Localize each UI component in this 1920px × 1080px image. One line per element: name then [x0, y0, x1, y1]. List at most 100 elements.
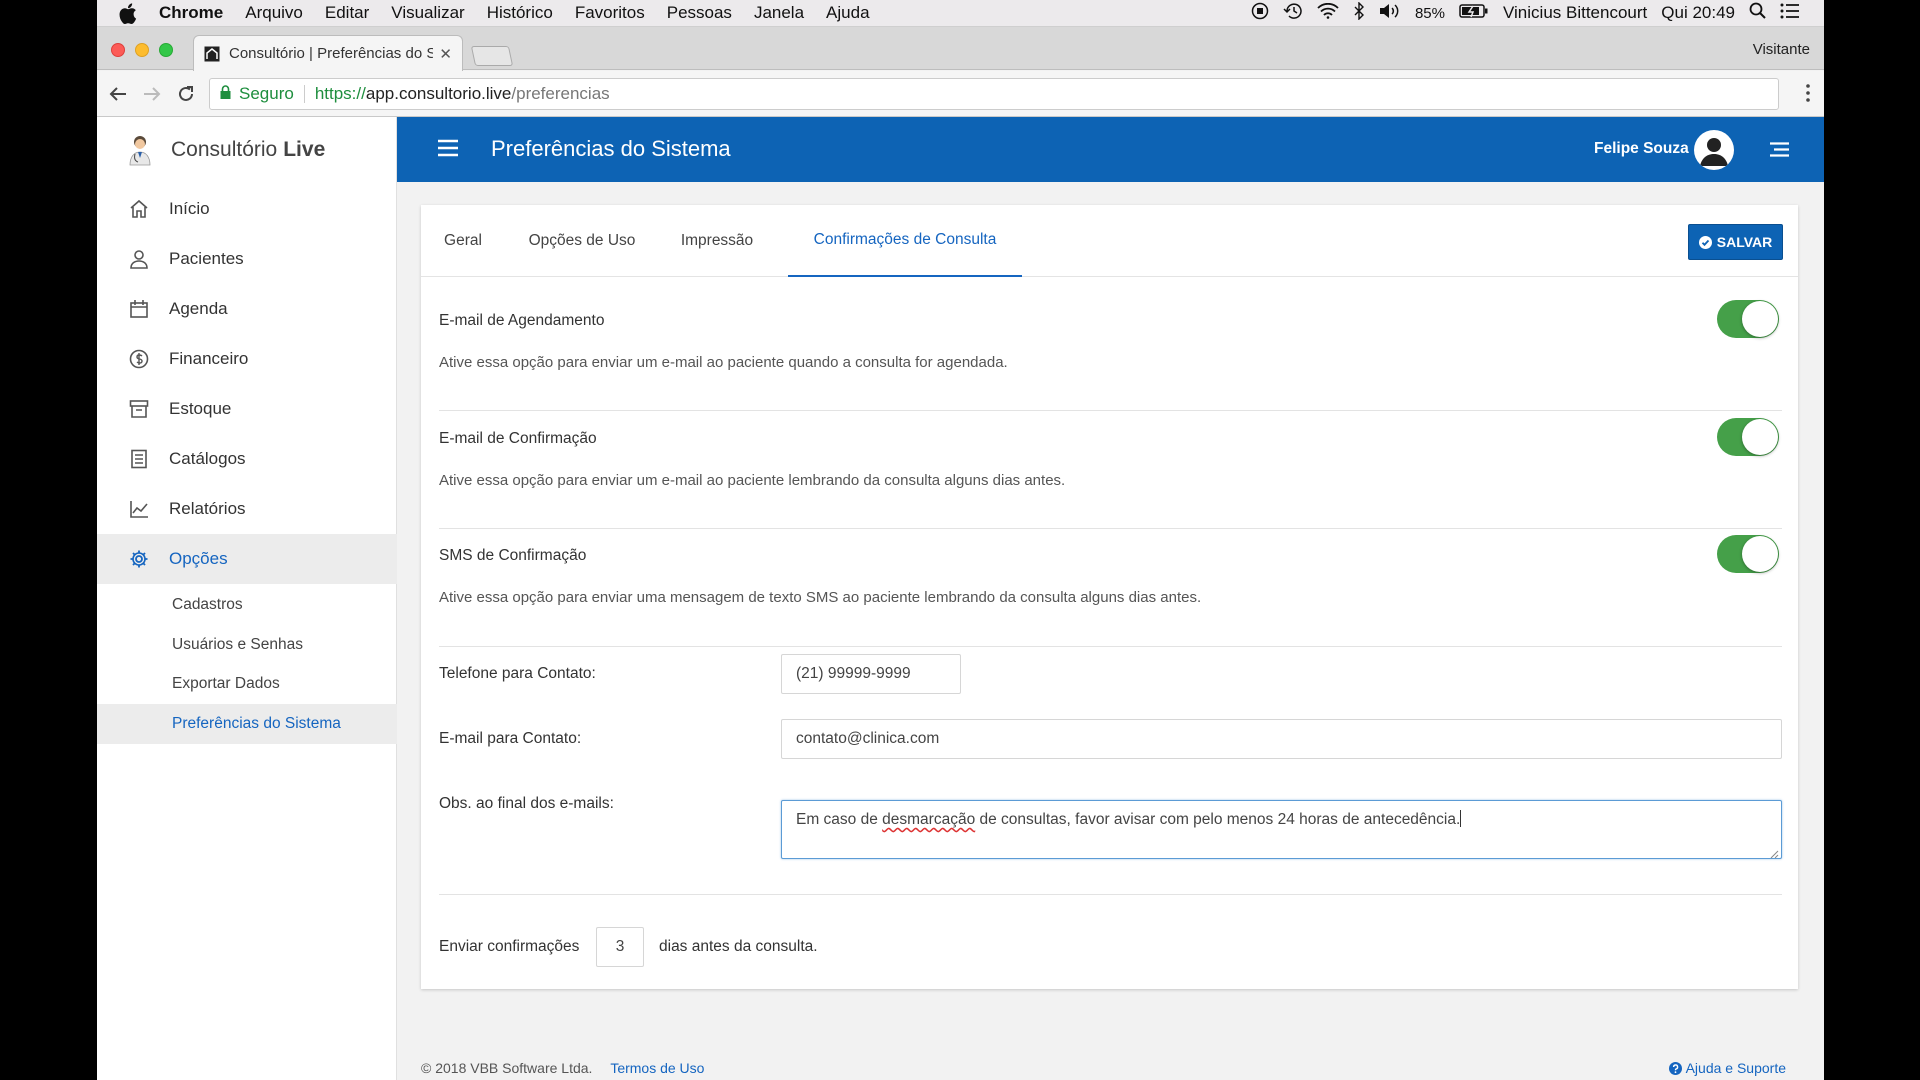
divider — [439, 894, 1782, 895]
home-icon — [128, 198, 150, 220]
menu-visualizar[interactable]: Visualizar — [391, 3, 464, 23]
sidebar-item-pacientes[interactable]: Pacientes — [97, 234, 397, 284]
tab-opcoes-de-uso[interactable]: Opções de Uso — [517, 205, 647, 277]
sidebar-item-opcoes[interactable]: Opções — [97, 534, 397, 584]
sidebar-item-label: Catálogos — [169, 449, 246, 468]
menubar-clock[interactable]: Qui 20:49 — [1661, 3, 1735, 23]
avatar-icon[interactable] — [1694, 130, 1734, 170]
browser-tab[interactable]: Consultório | Preferências do S ✕ — [193, 35, 463, 71]
desktop: Chrome Arquivo Editar Visualizar Históri… — [97, 0, 1824, 1080]
profile-button[interactable]: Visitante — [1753, 41, 1810, 58]
notification-center-icon[interactable] — [1780, 3, 1800, 24]
save-button-label: SALVAR — [1716, 234, 1773, 250]
sidebar-subitem-exportar[interactable]: Exportar Dados — [97, 664, 397, 704]
obs-label: Obs. ao final dos e-mails: — [439, 795, 614, 812]
battery-percent: 85% — [1414, 4, 1445, 22]
doctor-logo-icon — [127, 134, 153, 166]
menu-favoritos[interactable]: Favoritos — [575, 3, 645, 23]
resize-grip-icon[interactable] — [1769, 846, 1779, 859]
sidebar-item-label: Relatórios — [169, 499, 246, 518]
toggle-sms-confirmacao[interactable] — [1717, 535, 1779, 573]
sidebar-subitem-cadastros[interactable]: Cadastros — [97, 585, 397, 625]
window-close-button[interactable] — [111, 43, 125, 57]
sidebar-subitem-preferencias[interactable]: Preferências do Sistema — [97, 704, 397, 744]
apple-icon[interactable] — [119, 1, 143, 25]
header-menu-icon[interactable] — [1770, 142, 1789, 157]
tab-title: Consultório | Preferências do S — [229, 45, 434, 62]
menu-historico[interactable]: Histórico — [487, 3, 553, 23]
sidebar-item-financeiro[interactable]: Financeiro — [97, 334, 397, 384]
sidebar-item-catalogos[interactable]: Catálogos — [97, 434, 397, 484]
footer: © 2018 VBB Software Ltda. Termos de Uso … — [421, 1060, 1798, 1076]
tab-confirmacoes-de-consulta[interactable]: Confirmações de Consulta — [788, 205, 1022, 277]
sidebar-item-relatorios[interactable]: Relatórios — [97, 484, 397, 534]
sidebar-item-label: Pacientes — [169, 249, 244, 268]
calendar-icon — [128, 298, 150, 320]
browser-menu-icon[interactable] — [1806, 84, 1810, 107]
toggle-knob — [1742, 419, 1778, 455]
menubar-username[interactable]: Vinicius Bittencourt — [1503, 3, 1647, 23]
reload-icon[interactable] — [175, 83, 197, 105]
back-arrow-icon[interactable] — [107, 83, 129, 105]
copyright-text: © 2018 VBB Software Ltda. — [421, 1060, 593, 1076]
menu-arquivo[interactable]: Arquivo — [245, 3, 303, 23]
menu-janela[interactable]: Janela — [754, 3, 804, 23]
record-icon[interactable] — [1251, 2, 1269, 25]
dollar-icon — [128, 348, 150, 370]
spotlight-search-icon[interactable] — [1749, 2, 1766, 24]
obs-text-rest: de consultas, favor avisar com pelo meno… — [975, 811, 1461, 828]
volume-icon[interactable] — [1379, 3, 1401, 24]
sidebar-item-estoque[interactable]: Estoque — [97, 384, 397, 434]
toggle-email-agendamento[interactable] — [1717, 300, 1779, 338]
hamburger-menu-icon[interactable] — [438, 139, 458, 157]
wifi-icon[interactable] — [1317, 2, 1339, 24]
sidebar-item-label: Opções — [169, 549, 228, 568]
sidebar-subitem-usuarios[interactable]: Usuários e Senhas — [97, 625, 397, 665]
toggle-knob — [1742, 301, 1778, 337]
help-link[interactable]: Ajuda e Suporte — [1668, 1060, 1786, 1076]
obs-textarea[interactable]: Em caso de desmarcação de consultas, fav… — [781, 800, 1782, 859]
toggle-email-confirmacao[interactable] — [1717, 418, 1779, 456]
option-title-email-agendamento: E-mail de Agendamento — [439, 312, 605, 329]
phone-input[interactable] — [781, 654, 961, 694]
tab-close-icon[interactable]: ✕ — [439, 45, 452, 63]
tab-impressao[interactable]: Impressão — [661, 205, 773, 277]
sidebar-item-inicio[interactable]: Início — [97, 184, 397, 234]
obs-text: Em caso de — [796, 811, 883, 828]
forward-arrow-icon[interactable] — [141, 83, 163, 105]
bluetooth-icon[interactable] — [1353, 0, 1365, 25]
option-desc-email-confirmacao: Ative essa opção para enviar um e-mail a… — [439, 472, 1066, 489]
save-button[interactable]: SALVAR — [1688, 224, 1783, 260]
menu-editar[interactable]: Editar — [325, 3, 369, 23]
window-minimize-button[interactable] — [135, 43, 149, 57]
time-machine-icon[interactable] — [1283, 2, 1303, 25]
divider — [439, 410, 1782, 411]
address-bar[interactable]: Seguro https:// app.consultorio.live /pr… — [209, 78, 1779, 110]
battery-icon[interactable] — [1459, 3, 1489, 24]
browser-tabstrip: Consultório | Preferências do S ✕ Visita… — [97, 27, 1824, 71]
phone-label: Telefone para Contato: — [439, 665, 596, 682]
user-icon — [128, 248, 150, 270]
question-circle-icon — [1668, 1061, 1682, 1075]
url-path: /preferencias — [511, 84, 610, 103]
menu-ajuda[interactable]: Ajuda — [826, 3, 869, 23]
tab-geral[interactable]: Geral — [425, 205, 501, 277]
sidebar-item-label: Financeiro — [169, 349, 249, 368]
page-title: Preferências do Sistema — [491, 136, 731, 161]
terms-link[interactable]: Termos de Uso — [610, 1060, 704, 1076]
divider — [439, 646, 1782, 647]
screen-frame: Chrome Arquivo Editar Visualizar Históri… — [0, 0, 1920, 1080]
option-title-sms-confirmacao: SMS de Confirmação — [439, 547, 587, 564]
days-before-input[interactable]: 3 — [596, 927, 644, 967]
option-desc-email-agendamento: Ative essa opção para enviar um e-mail a… — [439, 354, 1008, 371]
sidebar-item-agenda[interactable]: Agenda — [97, 284, 397, 334]
menu-pessoas[interactable]: Pessoas — [667, 3, 732, 23]
favicon-icon — [204, 46, 220, 62]
window-zoom-button[interactable] — [159, 43, 173, 57]
menu-app-name[interactable]: Chrome — [159, 3, 223, 23]
brand[interactable]: Consultório Live — [127, 134, 325, 166]
url-scheme: https:// — [314, 84, 366, 103]
email-input[interactable] — [781, 719, 1782, 759]
new-tab-button[interactable] — [470, 46, 514, 66]
header-username[interactable]: Felipe Souza — [1594, 140, 1689, 158]
